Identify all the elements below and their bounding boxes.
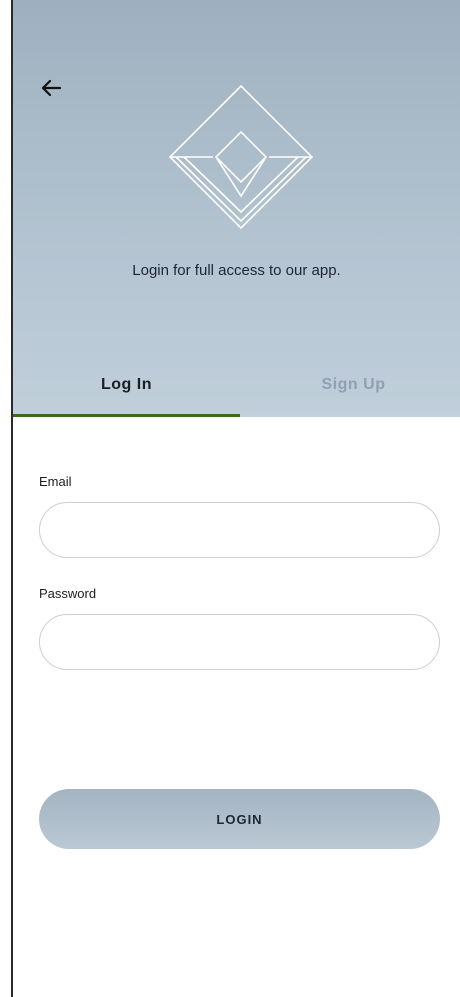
password-label: Password xyxy=(39,586,97,601)
arrow-left-icon xyxy=(41,79,62,97)
tab-sign-up[interactable]: Sign Up xyxy=(240,376,460,394)
email-label: Email xyxy=(39,474,72,489)
email-field[interactable] xyxy=(39,502,440,558)
tagline: Login for full access to our app. xyxy=(132,262,341,279)
diamond-logo-icon xyxy=(168,84,314,230)
active-tab-indicator xyxy=(13,414,240,417)
tab-log-in[interactable]: Log In xyxy=(13,376,240,394)
login-screen: Login for full access to our app. Log In… xyxy=(13,0,460,997)
login-button[interactable]: LOGIN xyxy=(39,789,440,849)
back-button[interactable] xyxy=(35,72,67,104)
password-field[interactable] xyxy=(39,614,440,670)
header-banner: Login for full access to our app. Log In… xyxy=(13,0,460,417)
device-frame-edge xyxy=(0,0,13,997)
